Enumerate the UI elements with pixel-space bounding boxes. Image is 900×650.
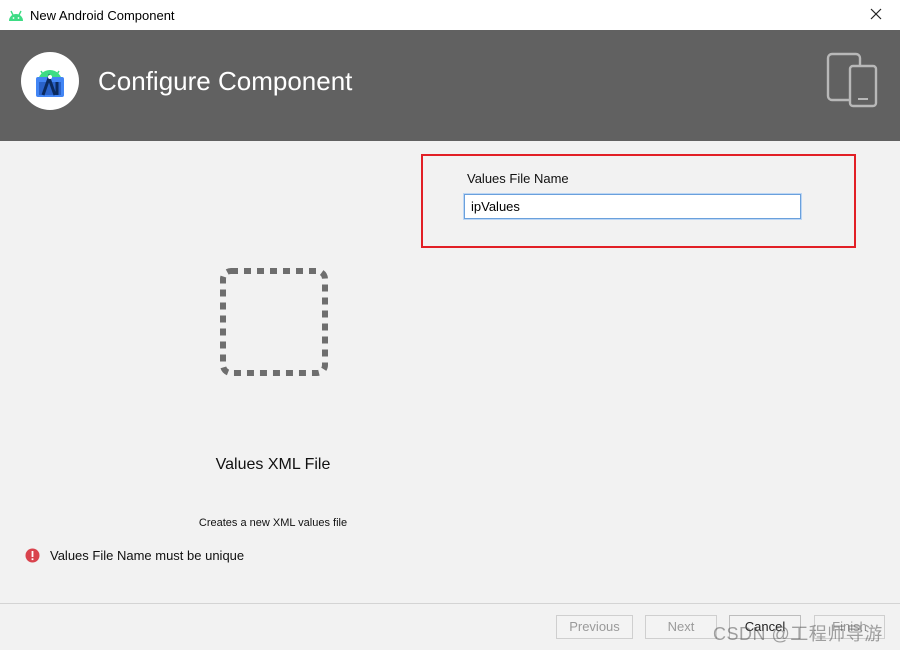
window-title: New Android Component (30, 8, 175, 23)
title-bar: New Android Component (0, 0, 900, 30)
footer-divider (0, 603, 900, 604)
devices-icon (824, 52, 880, 113)
previous-button[interactable]: Previous (556, 615, 633, 639)
dashed-square-icon (220, 268, 328, 381)
android-icon (8, 9, 24, 27)
android-studio-logo (21, 52, 79, 110)
next-button[interactable]: Next (645, 615, 717, 639)
header-banner: Configure Component (0, 30, 900, 141)
template-description: Creates a new XML values file (198, 517, 348, 529)
validation-message: Values File Name must be unique (50, 548, 245, 563)
page-title: Configure Component (98, 66, 353, 96)
error-icon (25, 548, 40, 568)
watermark: CSDN @工程师导游 (713, 624, 883, 644)
values-file-name-input[interactable] (464, 194, 801, 219)
values-file-name-label: Values File Name (467, 171, 569, 186)
close-icon[interactable] (868, 6, 884, 22)
template-title: Values XML File (215, 456, 331, 473)
